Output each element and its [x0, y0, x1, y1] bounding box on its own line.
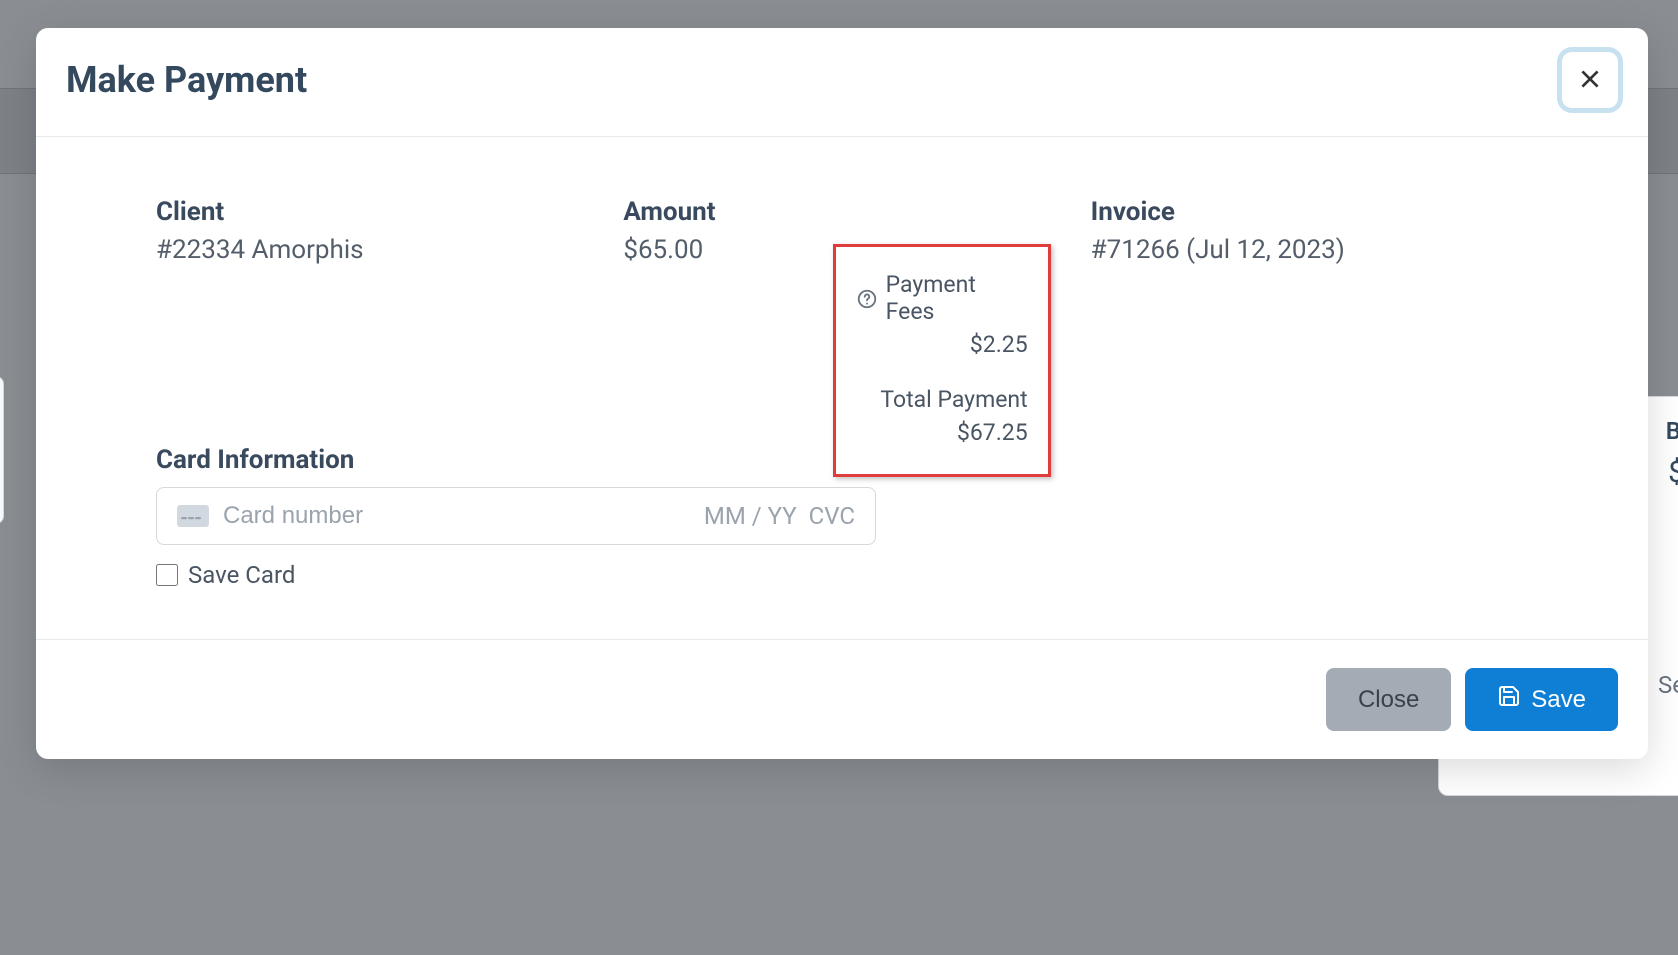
- card-number-input[interactable]: [223, 502, 704, 530]
- bg-text: $: [1668, 455, 1678, 490]
- total-payment-label: Total Payment: [856, 386, 1028, 413]
- save-card-checkbox[interactable]: [156, 564, 178, 586]
- client-label: Client: [156, 197, 593, 227]
- make-payment-modal: Make Payment Client #22334 Amorphis Amou…: [36, 28, 1648, 759]
- invoice-column: Invoice #71266 (Jul 12, 2023): [1091, 197, 1528, 265]
- background-left-stub: [0, 376, 4, 524]
- close-footer-button[interactable]: Close: [1326, 668, 1451, 731]
- card-cvc-placeholder[interactable]: CVC: [809, 502, 855, 530]
- card-input-container[interactable]: MM / YY CVC: [156, 487, 876, 545]
- amount-label: Amount: [623, 197, 1060, 227]
- invoice-value: #71266 (Jul 12, 2023): [1091, 235, 1528, 265]
- invoice-label: Invoice: [1091, 197, 1528, 227]
- bg-text: B: [1666, 417, 1678, 445]
- fees-highlight-box: Payment Fees $2.25 Total Payment $67.25: [833, 244, 1051, 477]
- save-disk-icon: [1497, 684, 1521, 715]
- amount-column: Amount $65.00 Payment Fees $2.2: [623, 197, 1060, 265]
- save-card-text: Save Card: [188, 561, 295, 589]
- modal-title: Make Payment: [66, 59, 307, 101]
- close-button-label: Close: [1358, 686, 1419, 714]
- bg-text: Se: [1658, 671, 1678, 699]
- save-card-label[interactable]: Save Card: [156, 561, 1528, 589]
- save-button[interactable]: Save: [1465, 668, 1618, 731]
- close-icon: [1577, 66, 1603, 95]
- client-value: #22334 Amorphis: [156, 235, 593, 265]
- help-circle-icon[interactable]: [856, 285, 878, 312]
- close-button[interactable]: [1562, 52, 1618, 108]
- payment-fees-value: $2.25: [856, 331, 1028, 358]
- modal-body: Client #22334 Amorphis Amount $65.00: [36, 137, 1648, 639]
- payment-fees-label: Payment Fees: [886, 271, 1028, 325]
- save-button-label: Save: [1531, 686, 1586, 714]
- total-payment-value: $67.25: [856, 419, 1028, 446]
- payment-fees-row: Payment Fees: [856, 271, 1028, 325]
- credit-card-icon: [177, 505, 209, 527]
- client-column: Client #22334 Amorphis: [156, 197, 593, 265]
- card-expiry-placeholder[interactable]: MM / YY: [704, 502, 797, 530]
- modal-header: Make Payment: [36, 28, 1648, 137]
- payment-info-row: Client #22334 Amorphis Amount $65.00: [156, 197, 1528, 265]
- modal-footer: Close Save: [36, 639, 1648, 759]
